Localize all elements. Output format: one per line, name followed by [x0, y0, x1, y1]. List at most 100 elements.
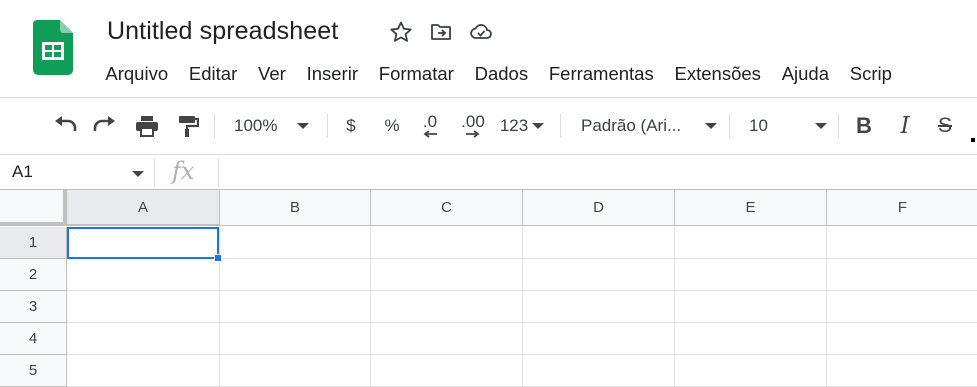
cell-f3[interactable]	[827, 291, 977, 323]
formula-bar: A1 fx	[0, 154, 977, 190]
cell-b2[interactable]	[220, 259, 371, 291]
row-header-2[interactable]: 2	[0, 259, 67, 291]
row-header-4[interactable]: 4	[0, 323, 67, 355]
strikethrough-button[interactable]: S	[931, 110, 959, 142]
redo-icon[interactable]	[90, 110, 120, 142]
cell-e5[interactable]	[675, 355, 827, 387]
cell-d2[interactable]	[523, 259, 675, 291]
formula-input[interactable]	[226, 162, 966, 184]
zoom-select[interactable]: 100%	[234, 110, 320, 142]
cell-b5[interactable]	[220, 355, 371, 387]
active-cell-a1[interactable]	[67, 227, 219, 259]
menu-dados[interactable]: Dados	[464, 60, 538, 88]
menu-arquivo[interactable]: Arquivo	[95, 60, 179, 88]
decrease-decimal-button[interactable]: .0	[415, 110, 445, 142]
cloud-status-icon[interactable]	[468, 19, 494, 45]
select-all-corner[interactable]	[0, 190, 67, 226]
menu-ver[interactable]: Ver	[248, 60, 297, 88]
chevron-down-icon	[297, 123, 310, 129]
paint-format-icon[interactable]	[173, 110, 203, 142]
document-title[interactable]: Untitled spreadsheet	[107, 17, 338, 46]
folder-move-icon[interactable]	[428, 19, 454, 45]
menu-bar: Arquivo Editar Ver Inserir Formatar Dado…	[95, 60, 902, 88]
row-header-3[interactable]: 3	[0, 291, 67, 323]
chevron-down-icon	[705, 123, 717, 129]
cell-f1[interactable]	[827, 227, 977, 259]
toolbar-divider	[838, 114, 839, 138]
menu-ferramentas[interactable]: Ferramentas	[538, 60, 664, 88]
name-box[interactable]: A1	[12, 162, 33, 182]
arrow-right-icon	[466, 130, 480, 138]
cell-a3[interactable]	[67, 291, 220, 323]
undo-icon[interactable]	[50, 110, 80, 142]
cell-d4[interactable]	[523, 323, 675, 355]
menu-inserir[interactable]: Inserir	[296, 60, 368, 88]
italic-button[interactable]: I	[891, 110, 919, 142]
toolbar-divider	[729, 114, 730, 138]
cell-e3[interactable]	[675, 291, 827, 323]
cell-a4[interactable]	[67, 323, 220, 355]
cell-d1[interactable]	[523, 227, 675, 259]
title-icon-group	[388, 19, 494, 45]
cell-d3[interactable]	[523, 291, 675, 323]
formula-divider	[218, 159, 219, 187]
column-header-c[interactable]: C	[371, 190, 523, 226]
column-header-f[interactable]: F	[827, 190, 977, 226]
font-family-select[interactable]: Padrão (Ari...	[581, 110, 717, 142]
print-icon[interactable]	[132, 110, 162, 142]
increase-decimal-label: .00	[461, 112, 485, 131]
cell-a2[interactable]	[67, 259, 220, 291]
chevron-down-icon	[815, 123, 827, 129]
cell-e2[interactable]	[675, 259, 827, 291]
cell-b3[interactable]	[220, 291, 371, 323]
cell-f4[interactable]	[827, 323, 977, 355]
column-header-a[interactable]: A	[67, 190, 220, 226]
toolbar: 100% $ % .0 .00 123 Padrão (Ari... 10 B …	[0, 97, 977, 154]
cell-b1[interactable]	[220, 227, 371, 259]
zoom-value: 100%	[234, 116, 278, 135]
arrow-left-icon	[423, 130, 437, 138]
font-size-select[interactable]: 10	[749, 110, 827, 142]
row-header-5[interactable]: 5	[0, 355, 67, 387]
cell-f5[interactable]	[827, 355, 977, 387]
cell-d5[interactable]	[523, 355, 675, 387]
cell-b4[interactable]	[220, 323, 371, 355]
cell-e4[interactable]	[675, 323, 827, 355]
toolbar-divider	[214, 114, 215, 138]
currency-format-button[interactable]: $	[337, 110, 365, 142]
decrease-decimal-label: .0	[422, 112, 438, 131]
column-header-b[interactable]: B	[220, 190, 371, 226]
menu-extensoes[interactable]: Extensões	[664, 60, 771, 88]
font-size-value: 10	[749, 116, 768, 135]
google-sheets-logo-icon[interactable]	[33, 20, 73, 75]
spreadsheet-grid[interactable]: A B C D E F 1 2 3 4 5	[0, 190, 977, 387]
row-header-1[interactable]: 1	[0, 227, 67, 259]
percent-format-button[interactable]: %	[378, 110, 406, 142]
cell-c5[interactable]	[371, 355, 523, 387]
cell-c1[interactable]	[371, 227, 523, 259]
chevron-down-icon[interactable]	[132, 171, 144, 177]
cell-c2[interactable]	[371, 259, 523, 291]
bold-button[interactable]: B	[850, 110, 878, 142]
formula-divider	[154, 159, 155, 187]
toolbar-divider	[560, 114, 561, 138]
menu-formatar[interactable]: Formatar	[368, 60, 464, 88]
star-icon[interactable]	[388, 19, 414, 45]
column-header-e[interactable]: E	[675, 190, 827, 226]
fill-handle[interactable]	[214, 254, 222, 262]
cell-f2[interactable]	[827, 259, 977, 291]
menu-ajuda[interactable]: Ajuda	[771, 60, 839, 88]
chevron-down-icon	[532, 123, 545, 129]
toolbar-divider	[327, 114, 328, 138]
fx-icon: fx	[172, 157, 195, 185]
cell-c3[interactable]	[371, 291, 523, 323]
cell-e1[interactable]	[675, 227, 827, 259]
cell-a5[interactable]	[67, 355, 220, 387]
more-formats-label: 123	[499, 116, 529, 135]
cell-c4[interactable]	[371, 323, 523, 355]
increase-decimal-button[interactable]: .00	[456, 110, 490, 142]
menu-editar[interactable]: Editar	[179, 60, 248, 88]
menu-scripts[interactable]: Scrip	[839, 60, 902, 88]
column-header-d[interactable]: D	[523, 190, 675, 226]
more-formats-button[interactable]: 123	[497, 110, 547, 142]
